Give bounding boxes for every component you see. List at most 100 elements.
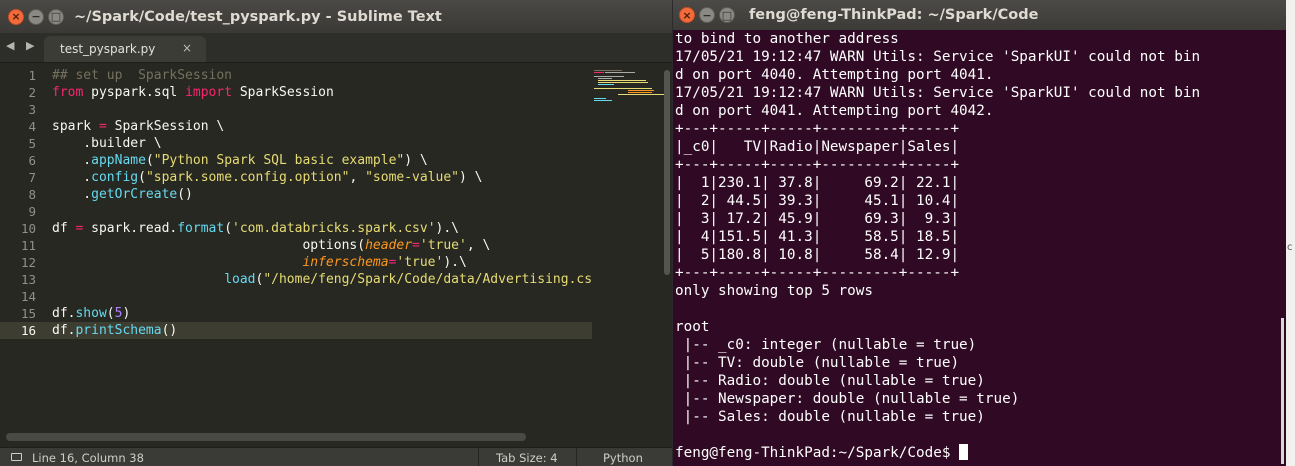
line-number: 8	[28, 187, 36, 202]
minimap[interactable]	[592, 63, 672, 429]
minimap-line	[594, 76, 624, 77]
maximize-window-icon[interactable]: □	[719, 7, 735, 23]
code-token-function: appName	[91, 153, 146, 168]
terminal-line: | 1|230.1| 37.8| 69.2| 22.1|	[675, 175, 960, 191]
editor-vertical-scrollbar[interactable]	[664, 70, 670, 275]
minimize-window-icon[interactable]: −	[699, 7, 715, 23]
code-token: SparkSession \	[106, 119, 225, 134]
terminal-line: |-- _c0: integer (nullable = true)	[675, 337, 977, 353]
terminal-line: |-- Newspaper: double (nullable = true)	[675, 391, 1020, 407]
background-window-edge: c	[1286, 0, 1295, 466]
tab-size-selector[interactable]: Tab Size: 4	[496, 451, 558, 465]
cursor-position: Line 16, Column 38	[32, 451, 144, 465]
terminal-line: | 2| 44.5| 39.3| 45.1| 10.4|	[675, 193, 960, 209]
minimap-line	[598, 78, 612, 79]
minimap-line	[594, 72, 604, 73]
code-editor[interactable]: 1 2 3 4 5 6 7 8 9 10 11 12 13 14 15 16 #…	[0, 63, 592, 429]
panel-toggle-icon[interactable]	[11, 453, 22, 461]
code-token-function: show	[75, 306, 107, 321]
terminal-line: | 4|151.5| 41.3| 58.5| 18.5|	[675, 229, 960, 245]
minimap-line	[628, 92, 652, 93]
code-token: ).\	[443, 255, 467, 270]
minimap-line	[594, 70, 622, 71]
background-window-text: c	[1287, 242, 1293, 253]
code-line: df = spark.read.format('com.databricks.s…	[52, 220, 592, 237]
code-token: ,	[349, 170, 366, 185]
editor-horizontal-scrollbar[interactable]	[6, 433, 526, 441]
tab-label: test_pyspark.py	[60, 42, 156, 56]
terminal-window: × − □ feng@feng-ThinkPad: ~/Spark/Code t…	[673, 0, 1286, 466]
terminal-scrollbar[interactable]	[1281, 318, 1284, 464]
sublime-window-title: ~/Spark/Code/test_pyspark.py - Sublime T…	[74, 8, 442, 25]
line-number: 3	[28, 102, 36, 117]
close-window-icon[interactable]: ×	[679, 7, 695, 23]
status-divider	[478, 448, 479, 466]
code-line: df.show(5)	[52, 305, 592, 322]
code-token: .	[52, 170, 92, 185]
terminal-line: +---+-----+-----+---------+-----+	[675, 265, 960, 281]
sublime-window-controls: × − □	[8, 8, 64, 25]
terminal-window-title: feng@feng-ThinkPad: ~/Spark/Code	[749, 7, 1039, 23]
terminal-line: +---+-----+-----+---------+-----+	[675, 121, 960, 137]
code-line: from pyspark.sql import SparkSession	[52, 84, 592, 101]
tab-test-pyspark[interactable]: test_pyspark.py ×	[44, 36, 206, 62]
minimize-window-icon[interactable]: −	[28, 8, 44, 25]
code-token-function: config	[91, 170, 139, 185]
code-token-operator: =	[98, 119, 107, 134]
minimap-line	[628, 90, 654, 91]
code-area[interactable]: ## set up SparkSession from pyspark.sql …	[52, 67, 592, 339]
tab-close-icon[interactable]: ×	[182, 41, 192, 55]
code-line: options(header='true', \	[52, 237, 592, 254]
code-token: pyspark.sql	[83, 85, 186, 100]
minimap-line	[598, 82, 648, 83]
code-token: , \	[466, 238, 491, 253]
code-line: inferschema='true').\	[52, 254, 592, 271]
code-token-keyword: import	[185, 85, 233, 100]
tab-nav-arrows-icon[interactable]: ◀ ▶	[6, 39, 38, 52]
code-token: df.	[52, 323, 76, 338]
terminal-prompt-line[interactable]: feng@feng-ThinkPad:~/Spark/Code$	[675, 444, 1275, 462]
maximize-window-icon[interactable]: □	[48, 8, 64, 25]
code-token: .	[52, 187, 92, 202]
code-token-string: 'com.databricks.spark.csv'	[232, 221, 436, 236]
terminal-line: |-- Sales: double (nullable = true)	[675, 409, 985, 425]
code-token-function: load	[224, 272, 256, 287]
code-token-parameter: header	[365, 238, 413, 253]
terminal-line: | 3| 17.2| 45.9| 69.3| 9.3|	[675, 211, 960, 227]
code-line: df.printSchema()	[52, 322, 592, 339]
minimap-line	[594, 88, 652, 89]
code-token: spark	[52, 119, 99, 134]
terminal-window-controls: × − □	[679, 7, 735, 23]
code-token: ()	[161, 323, 178, 338]
code-token-string: 'true'	[419, 238, 467, 253]
line-number-gutter: 1 2 3 4 5 6 7 8 9 10 11 12 13 14 15 16	[0, 67, 44, 339]
line-number: 2	[28, 85, 36, 100]
syntax-selector[interactable]: Python	[603, 451, 643, 465]
code-token: ).\	[435, 221, 460, 236]
code-token: )	[122, 306, 131, 321]
code-token: df.	[52, 306, 76, 321]
line-number: 6	[28, 153, 36, 168]
code-token: ) \	[404, 153, 428, 168]
code-token: .builder \	[52, 136, 162, 151]
line-number: 5	[28, 136, 36, 151]
code-token-operator: =	[412, 238, 420, 253]
line-number: 9	[28, 204, 36, 219]
sublime-titlebar: × − □ ~/Spark/Code/test_pyspark.py - Sub…	[0, 0, 672, 33]
terminal-output[interactable]: to bind to another address 17/05/21 19:1…	[675, 30, 1275, 462]
minimap-line	[594, 100, 612, 101]
code-token: options(	[302, 238, 366, 253]
close-window-icon[interactable]: ×	[8, 8, 24, 25]
code-token: .	[52, 153, 92, 168]
code-token: (	[138, 170, 146, 185]
terminal-line: d on port 4041. Attempting port 4042.	[675, 103, 994, 119]
terminal-line: 17/05/21 19:12:47 WARN Utils: Service 'S…	[675, 85, 1201, 101]
code-token-string: 'true'	[396, 255, 444, 270]
line-number: 13	[20, 272, 36, 287]
minimap-line	[605, 72, 635, 73]
code-token-string: "some-value"	[365, 170, 460, 185]
